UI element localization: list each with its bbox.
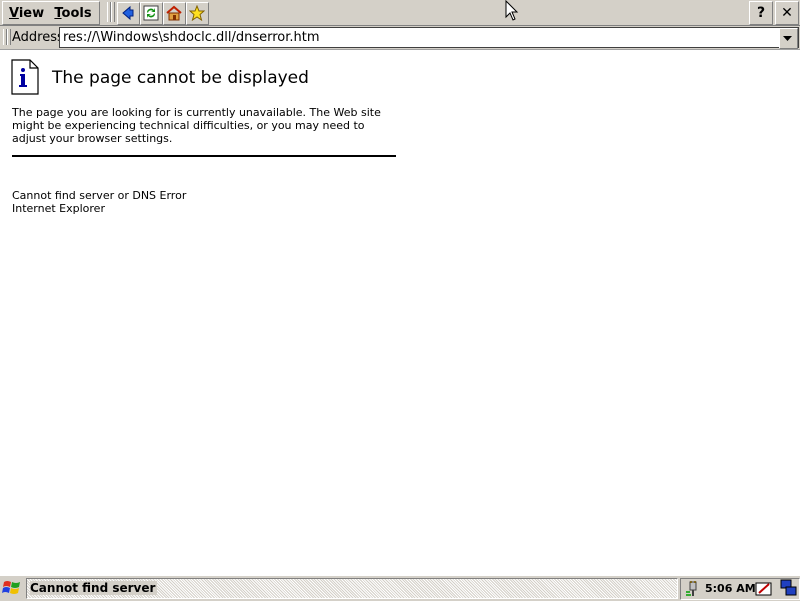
address-bar: Address res://\Windows\shdoclc.dll/dnser… [0,26,800,50]
home-icon [166,5,182,21]
toolbar-grip-2[interactable] [111,2,115,22]
address-grip-2[interactable] [7,29,11,45]
taskbar-task-label: Cannot find server [30,581,158,595]
address-dropdown-button[interactable] [779,28,798,49]
help-button[interactable]: ? [749,1,773,25]
page-content: The page cannot be displayed The page yo… [0,50,800,575]
input-panel-icon[interactable] [755,580,773,598]
back-button[interactable] [117,2,140,25]
favorites-icon [189,5,205,21]
address-label: Address [12,30,64,45]
menu-bar: View Tools [2,1,100,25]
divider [12,155,396,157]
mouse-cursor-icon [505,0,519,21]
error-type-text: Cannot find server or DNS Error [12,189,187,202]
chevron-down-icon [783,36,792,41]
windows-logo-icon [2,581,20,594]
menu-tools[interactable]: Tools [53,4,93,23]
refresh-icon [143,5,159,21]
error-description: The page you are looking for is currentl… [12,106,381,145]
desktop-switch-icon[interactable] [780,579,798,597]
taskbar-task-button[interactable]: Cannot find server [26,578,678,599]
address-input[interactable]: res://\Windows\shdoclc.dll/dnserror.htm [59,27,799,49]
refresh-button[interactable] [140,2,163,25]
browser-name-text: Internet Explorer [12,202,105,215]
page-title: The page cannot be displayed [52,68,309,88]
error-details: Cannot find server or DNS Error Internet… [12,189,186,215]
command-bar: View Tools ? ✕ [0,0,800,26]
power-plug-icon[interactable] [684,580,702,598]
close-button[interactable]: ✕ [775,1,799,25]
address-value[interactable]: res://\Windows\shdoclc.dll/dnserror.htm [63,30,320,45]
clock[interactable]: 5:06 AM [705,582,756,595]
back-icon [122,5,134,21]
info-icon [11,59,39,95]
favorites-button[interactable] [186,2,209,25]
menu-view[interactable]: View [9,4,44,23]
start-button[interactable] [1,578,23,598]
home-button[interactable] [163,2,186,25]
taskbar: Cannot find server 5:06 AM [0,575,800,601]
